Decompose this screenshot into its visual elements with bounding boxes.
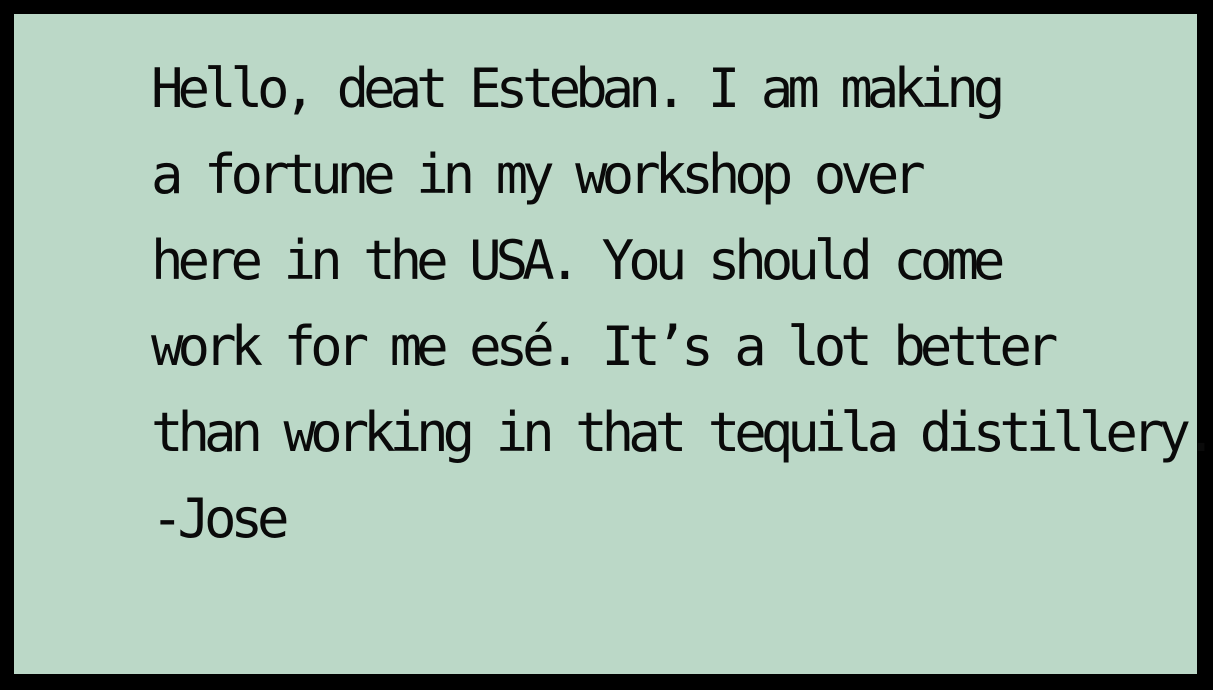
letter-line-2: a fortune in my workshop over [151,143,926,206]
dialog-box-panel[interactable]: Hello, deat Esteban. I am making a fortu… [14,14,1213,674]
letter-line-1: Hello, deat Esteban. I am making [151,57,1005,120]
letter-message: Hello, deat Esteban. I am making a fortu… [151,46,1213,562]
letter-line-3: here in the USA. You should come [151,229,1005,292]
dialog-box-frame: Hello, deat Esteban. I am making a fortu… [0,0,1213,690]
letter-line-5: than working in that tequila distillery. [151,401,1213,464]
letter-line-4: work for me esé. It’s a lot better [151,315,1058,378]
letter-signature: -Jose [151,487,290,550]
